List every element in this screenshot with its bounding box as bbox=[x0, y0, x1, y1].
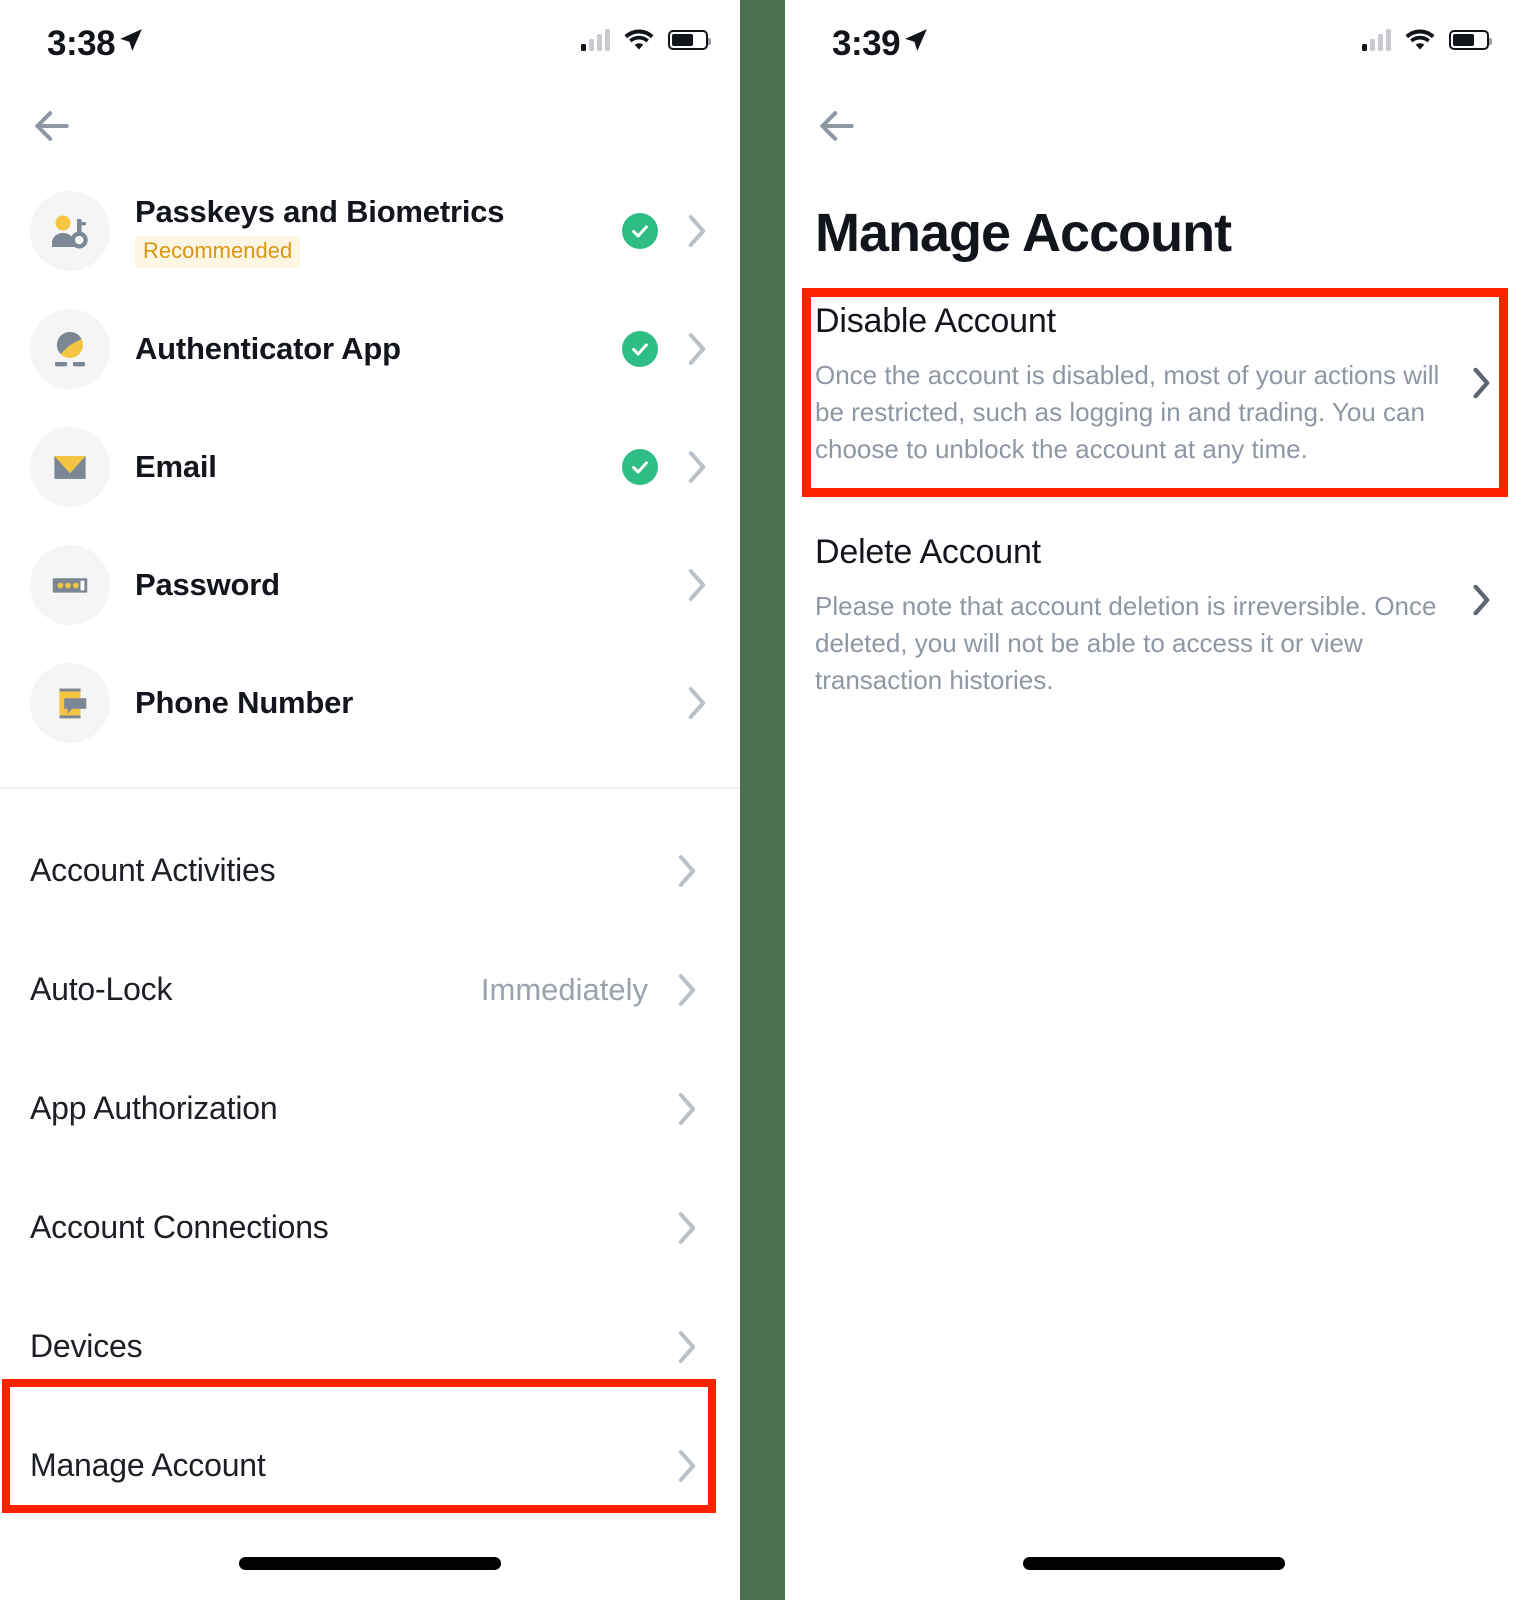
authenticator-pie-icon bbox=[30, 309, 110, 389]
chevron-right-icon bbox=[676, 1330, 698, 1364]
sidebar-item-account-activities[interactable]: Account Activities bbox=[0, 811, 740, 930]
sidebar-item-label: Phone Number bbox=[135, 685, 354, 721]
sidebar-item-label: Account Connections bbox=[30, 1209, 329, 1245]
chevron-right-icon bbox=[676, 1092, 698, 1126]
home-indicator bbox=[1023, 1557, 1285, 1570]
sidebar-item-password[interactable]: Password bbox=[0, 526, 740, 644]
left-phone-screen: 3:38 Passkeys and Biometrics Recommended… bbox=[0, 0, 740, 1600]
status-bar-left: 3:38 bbox=[0, 0, 740, 92]
back-arrow-icon[interactable] bbox=[30, 104, 74, 148]
verified-check-icon bbox=[622, 331, 658, 367]
cellular-signal-icon bbox=[1362, 28, 1391, 51]
status-bar-right: 3:39 bbox=[785, 0, 1523, 92]
phone-message-icon bbox=[30, 663, 110, 743]
account-settings-list: Account Activities Auto-Lock Immediately… bbox=[0, 811, 740, 1525]
sidebar-item-label: Auto-Lock bbox=[30, 971, 173, 1007]
chevron-right-icon bbox=[676, 1449, 698, 1483]
section-divider bbox=[0, 787, 740, 811]
manage-option-title: Delete Account bbox=[815, 532, 1041, 571]
manage-option-delete-account[interactable]: Delete Account Please note that account … bbox=[785, 503, 1523, 734]
status-badge: Recommended bbox=[135, 236, 301, 268]
status-time: 3:38 bbox=[47, 24, 116, 63]
sidebar-item-app-authorization[interactable]: App Authorization bbox=[0, 1049, 740, 1168]
page-title: Manage Account bbox=[815, 203, 1232, 263]
sidebar-item-manage-account[interactable]: Manage Account bbox=[0, 1406, 740, 1525]
manage-option-description: Please note that account deletion is irr… bbox=[815, 590, 1437, 695]
battery-icon bbox=[1449, 29, 1492, 50]
sidebar-item-label: Passkeys and Biometrics bbox=[135, 194, 505, 230]
chevron-right-icon bbox=[1469, 366, 1493, 405]
sidebar-item-label: App Authorization bbox=[30, 1090, 278, 1126]
chevron-right-icon bbox=[686, 686, 708, 720]
security-methods-list: Passkeys and Biometrics Recommended Auth… bbox=[0, 172, 740, 762]
sidebar-item-text: Password bbox=[135, 567, 686, 603]
chevron-right-icon bbox=[686, 450, 708, 484]
password-dots-icon bbox=[30, 545, 110, 625]
right-phone-screen: 3:39 Manage Account Disable Account Once… bbox=[785, 0, 1523, 1600]
chevron-right-icon bbox=[1469, 583, 1493, 622]
status-indicators bbox=[581, 27, 711, 52]
cellular-signal-icon bbox=[581, 28, 610, 51]
sidebar-item-text: Authenticator App bbox=[135, 331, 622, 367]
sidebar-item-auto-lock[interactable]: Auto-Lock Immediately bbox=[0, 930, 740, 1049]
nav-bar-right bbox=[785, 92, 1523, 172]
chevron-right-icon bbox=[686, 568, 708, 602]
sidebar-item-label: Devices bbox=[30, 1328, 143, 1364]
sidebar-item-label: Manage Account bbox=[30, 1447, 266, 1483]
location-arrow-icon bbox=[120, 29, 142, 51]
verified-check-icon bbox=[622, 449, 658, 485]
sidebar-item-label: Password bbox=[135, 567, 280, 603]
passkey-person-icon bbox=[30, 191, 110, 271]
chevron-right-icon bbox=[676, 973, 698, 1007]
manage-option-disable-account[interactable]: Disable Account Once the account is disa… bbox=[785, 264, 1523, 503]
chevron-right-icon bbox=[686, 214, 708, 248]
chevron-right-icon bbox=[676, 1211, 698, 1245]
sidebar-item-devices[interactable]: Devices bbox=[0, 1287, 740, 1406]
back-arrow-icon[interactable] bbox=[815, 104, 859, 148]
wifi-icon bbox=[1405, 29, 1435, 50]
screenshot-root: 3:38 Passkeys and Biometrics Recommended… bbox=[0, 0, 1523, 1600]
status-indicators bbox=[1362, 27, 1492, 52]
status-time: 3:39 bbox=[832, 24, 901, 63]
manage-option-description: Once the account is disabled, most of yo… bbox=[815, 360, 1440, 465]
sidebar-item-phone-number[interactable]: Phone Number bbox=[0, 644, 740, 762]
sidebar-item-text: Email bbox=[135, 449, 622, 485]
sidebar-item-text: Phone Number bbox=[135, 685, 686, 721]
chevron-right-icon bbox=[676, 854, 698, 888]
home-indicator bbox=[239, 1557, 501, 1570]
sidebar-item-text: Passkeys and Biometrics Recommended bbox=[135, 194, 622, 268]
manage-option-text: Disable Account Once the account is disa… bbox=[815, 302, 1469, 469]
sidebar-item-label: Account Activities bbox=[30, 852, 276, 888]
sidebar-item-label: Authenticator App bbox=[135, 331, 401, 367]
sidebar-item-label: Email bbox=[135, 449, 217, 485]
sidebar-item-email[interactable]: Email bbox=[0, 408, 740, 526]
nav-bar-left bbox=[0, 92, 740, 172]
sidebar-item-passkeys-and-biometrics[interactable]: Passkeys and Biometrics Recommended bbox=[0, 172, 740, 290]
battery-icon bbox=[668, 29, 711, 50]
screen-separator bbox=[740, 0, 785, 1600]
location-arrow-icon bbox=[905, 29, 927, 51]
auto-lock-value: Immediately bbox=[480, 971, 648, 1007]
wifi-icon bbox=[624, 29, 654, 50]
verified-check-icon bbox=[622, 213, 658, 249]
sidebar-item-account-connections[interactable]: Account Connections bbox=[0, 1168, 740, 1287]
manage-option-title: Disable Account bbox=[815, 302, 1056, 340]
email-envelope-icon bbox=[30, 427, 110, 507]
manage-option-text: Delete Account Please note that account … bbox=[815, 533, 1469, 700]
chevron-right-icon bbox=[686, 332, 708, 366]
sidebar-item-authenticator-app[interactable]: Authenticator App bbox=[0, 290, 740, 408]
